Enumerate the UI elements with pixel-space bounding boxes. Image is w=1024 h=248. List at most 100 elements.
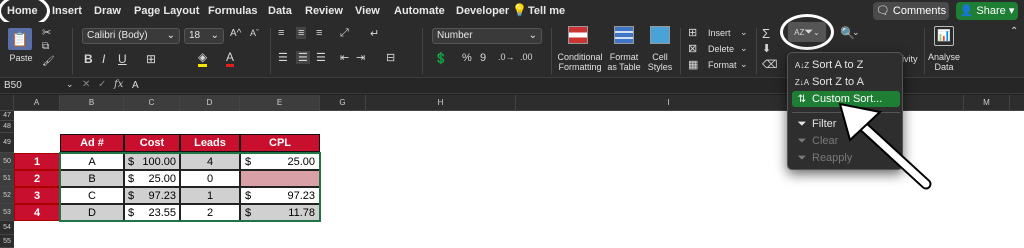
row-header[interactable]: 55 (0, 235, 14, 248)
sensitivity-label[interactable]: ivity (902, 54, 918, 64)
insert-cells-label[interactable]: Insert (708, 28, 731, 38)
autosum-icon[interactable]: Σ (762, 26, 770, 41)
row-number-cell[interactable]: 4 (14, 204, 60, 221)
chevron-down-icon[interactable]: ⌄ (852, 27, 860, 38)
chevron-down-icon[interactable]: ⌄ (740, 59, 748, 70)
font-name-select[interactable]: Calibri (Body) ⌄ (82, 28, 180, 44)
row-header[interactable]: 48 (0, 121, 14, 133)
borders-icon[interactable]: ⊞ (146, 52, 156, 66)
fill-color-icon[interactable]: ◈ (198, 50, 208, 67)
column-header-m[interactable]: M (964, 95, 1010, 111)
format-as-table-label[interactable]: Format as Table (604, 52, 644, 72)
column-header-e[interactable]: E (240, 95, 320, 111)
merge-center-icon[interactable]: ⊟ (386, 51, 395, 64)
format-cells-icon[interactable]: ▦ (688, 58, 698, 71)
header-cost[interactable]: Cost (124, 134, 180, 152)
increase-font-icon[interactable]: A^ (230, 28, 241, 39)
delete-cells-icon[interactable]: ⊠ (688, 42, 697, 55)
comments-button[interactable]: 🗨 Comments (873, 2, 949, 20)
sort-a-to-z-item[interactable]: A↓Z Sort A to Z (792, 57, 900, 73)
delete-cells-label[interactable]: Delete (708, 44, 734, 54)
tab-view[interactable]: View (355, 3, 380, 19)
decrease-decimal-icon[interactable]: .00 (520, 52, 533, 62)
conditional-formatting-label[interactable]: Conditional Formatting (556, 52, 604, 72)
percent-icon[interactable]: % (462, 52, 472, 64)
comma-style-icon[interactable]: 9 (480, 52, 486, 64)
tab-automate[interactable]: Automate (394, 3, 445, 19)
paste-icon[interactable]: 📋 (8, 28, 32, 50)
align-right-icon[interactable]: ☰ (316, 51, 326, 64)
tell-me-search[interactable]: Tell me (528, 3, 565, 19)
row-header[interactable]: 53 (0, 204, 14, 221)
select-all-corner[interactable] (0, 95, 14, 111)
row-header[interactable]: 47 (0, 111, 14, 121)
column-header-h[interactable]: H (366, 95, 516, 111)
decrease-font-icon[interactable]: Aˇ (250, 28, 259, 38)
font-size-select[interactable]: 18 ⌄ (184, 28, 224, 44)
align-bottom-icon[interactable]: ≡ (316, 27, 322, 39)
enter-icon[interactable]: ✓ (98, 79, 106, 90)
sort-z-to-a-item[interactable]: Z↓A Sort Z to A (792, 74, 900, 90)
format-cells-label[interactable]: Format (708, 60, 737, 70)
row-header[interactable]: 54 (0, 221, 14, 235)
column-header-d[interactable]: D (180, 95, 240, 111)
formula-input[interactable]: A (132, 79, 139, 93)
align-center-icon[interactable]: ☰ (296, 51, 310, 64)
format-painter-icon[interactable]: 🖌 (42, 56, 55, 67)
row-header[interactable]: 49 (0, 133, 14, 153)
tab-review[interactable]: Review (305, 3, 343, 19)
wrap-text-icon[interactable]: ↵ (370, 27, 379, 40)
tab-page-layout[interactable]: Page Layout (134, 3, 199, 19)
clear-eraser-icon[interactable]: ⌫ (762, 58, 778, 71)
column-header-a[interactable]: A (14, 95, 60, 111)
orientation-icon[interactable]: ⤢ (340, 27, 349, 40)
cell-styles-icon[interactable] (650, 26, 670, 44)
fx-icon[interactable]: fx (114, 79, 123, 90)
decrease-indent-icon[interactable]: ⇤ (340, 51, 349, 64)
name-box[interactable]: B50 (4, 79, 64, 93)
analyse-data-label[interactable]: Analyse Data (926, 52, 962, 72)
row-number-cell[interactable]: 2 (14, 170, 60, 187)
chevron-down-icon[interactable]: ⌄ (66, 79, 74, 90)
conditional-formatting-icon[interactable] (568, 26, 588, 44)
tab-data[interactable]: Data (268, 3, 292, 19)
column-header-g[interactable]: G (320, 95, 366, 111)
cell-styles-label[interactable]: Cell Styles (646, 52, 674, 72)
column-header-c[interactable]: C (124, 95, 180, 111)
row-header[interactable]: 51 (0, 170, 14, 187)
share-button[interactable]: 👤 Share ▾ (956, 2, 1018, 20)
tab-developer[interactable]: Developer (456, 3, 509, 19)
cancel-icon[interactable]: ✕ (82, 79, 90, 90)
align-left-icon[interactable]: ☰ (278, 51, 288, 64)
font-color-icon[interactable]: A (226, 50, 235, 67)
chevron-down-icon[interactable]: ⌄ (740, 27, 748, 38)
column-header-i[interactable]: I (516, 95, 822, 111)
underline-icon[interactable]: U (118, 52, 127, 66)
row-header[interactable]: 52 (0, 187, 14, 204)
copy-icon[interactable]: ⧉ (42, 41, 49, 52)
tab-insert[interactable]: Insert (52, 3, 82, 19)
format-as-table-icon[interactable] (614, 26, 634, 44)
bold-icon[interactable]: B (84, 52, 93, 66)
fill-icon[interactable]: ⬇ (762, 42, 771, 55)
tab-home[interactable]: Home (7, 3, 38, 19)
cut-icon[interactable]: ✂ (42, 26, 51, 39)
column-header-b[interactable]: B (60, 95, 124, 111)
header-cpl[interactable]: CPL (240, 134, 320, 152)
insert-cells-icon[interactable]: ⊞ (688, 26, 697, 39)
row-header[interactable]: 50 (0, 153, 14, 170)
tab-draw[interactable]: Draw (94, 3, 121, 19)
align-top-icon[interactable]: ≡ (278, 27, 284, 39)
collapse-ribbon-icon[interactable]: ⌃ (1010, 26, 1018, 37)
analyse-data-icon[interactable]: 📊 (934, 26, 954, 46)
tab-formulas[interactable]: Formulas (208, 3, 258, 19)
row-number-cell[interactable]: 3 (14, 187, 60, 204)
currency-icon[interactable]: 💲 (434, 52, 448, 65)
number-format-select[interactable]: Number ⌄ (432, 28, 542, 44)
header-leads[interactable]: Leads (180, 134, 240, 152)
paste-button-label[interactable]: Paste (8, 53, 34, 63)
row-number-cell[interactable]: 1 (14, 153, 60, 170)
chevron-down-icon[interactable]: ⌄ (740, 43, 748, 54)
sort-filter-button[interactable]: AZ⏷⌄ (788, 22, 826, 42)
italic-icon[interactable]: I (102, 52, 105, 66)
